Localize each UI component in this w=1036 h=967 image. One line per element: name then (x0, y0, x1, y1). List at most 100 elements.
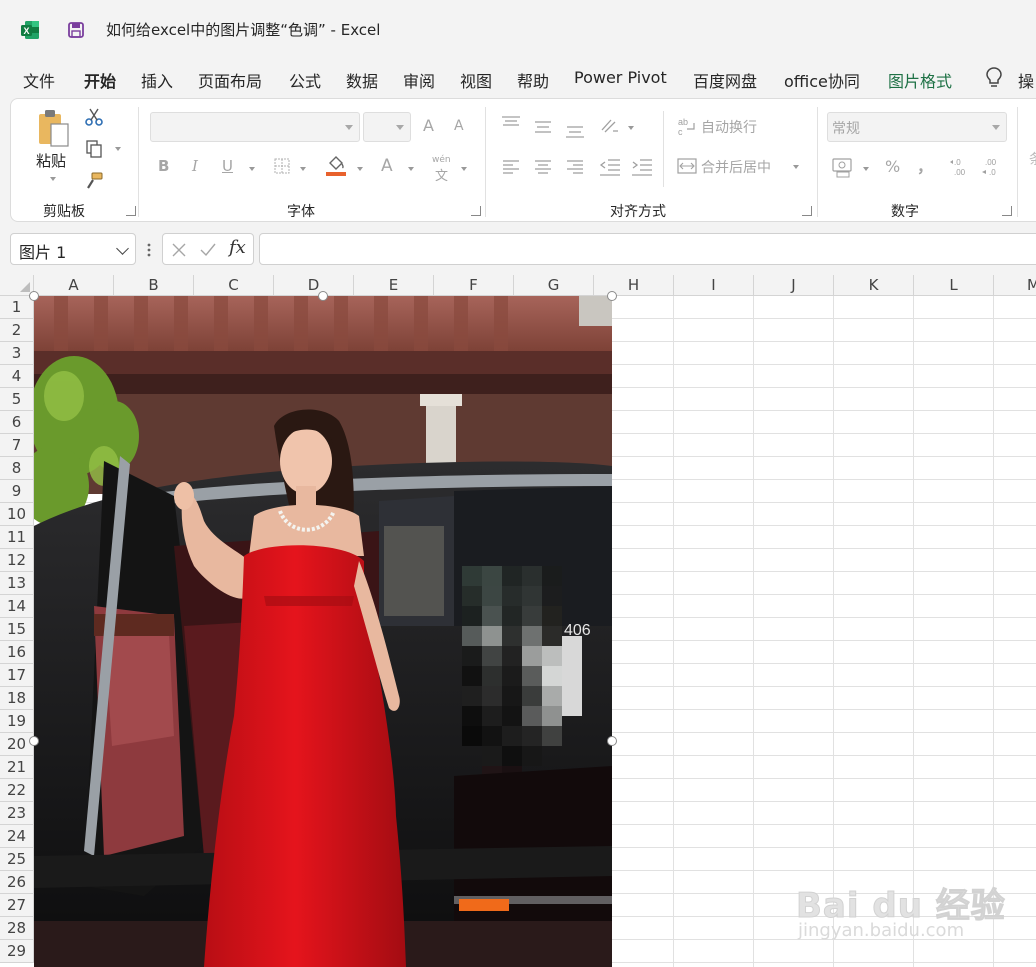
column-header[interactable]: B (114, 275, 194, 296)
row-header[interactable]: 8 (0, 457, 34, 480)
enter-check-icon[interactable] (199, 242, 217, 258)
row-header[interactable]: 16 (0, 641, 34, 664)
orientation-dropdown-icon[interactable] (628, 126, 634, 130)
insert-function-button[interactable]: fx (229, 237, 246, 258)
column-header[interactable]: K (834, 275, 914, 296)
wrap-text-label[interactable]: 自动换行 (701, 117, 757, 137)
tab-review[interactable]: 审阅 (403, 68, 435, 92)
row-header[interactable]: 22 (0, 779, 34, 802)
lightbulb-icon[interactable] (985, 66, 1003, 90)
row-header[interactable]: 28 (0, 917, 34, 940)
merge-dropdown-icon[interactable] (793, 165, 799, 169)
increase-decimal-icon[interactable]: .0.00 (949, 156, 971, 178)
italic-button[interactable]: I (192, 157, 198, 175)
row-header[interactable]: 20 (0, 733, 34, 756)
align-bottom-icon[interactable] (565, 123, 585, 141)
tab-help[interactable]: 帮助 (517, 68, 549, 92)
resize-handle-top-right[interactable] (607, 291, 617, 301)
align-middle-icon[interactable] (533, 119, 553, 137)
border-icon[interactable] (273, 157, 291, 175)
font-launcher-icon[interactable] (471, 206, 481, 216)
column-header[interactable]: F (434, 275, 514, 296)
border-dropdown-icon[interactable] (300, 167, 306, 171)
increase-indent-icon[interactable] (631, 157, 653, 177)
row-header[interactable]: 11 (0, 526, 34, 549)
row-header[interactable]: 25 (0, 848, 34, 871)
tab-insert[interactable]: 插入 (141, 68, 173, 92)
more-options-icon[interactable] (146, 242, 152, 258)
row-header[interactable]: 13 (0, 572, 34, 595)
tab-power-pivot[interactable]: Power Pivot (574, 68, 667, 87)
paste-label[interactable]: 粘贴 (36, 150, 66, 171)
grow-font-button[interactable]: A (423, 116, 434, 135)
selected-picture[interactable]: 406 (34, 296, 612, 967)
paste-icon[interactable] (36, 108, 72, 148)
decrease-decimal-icon[interactable]: .00.0 (981, 156, 1003, 178)
paste-dropdown-icon[interactable] (50, 177, 56, 181)
name-box-dropdown-icon[interactable] (116, 242, 129, 255)
row-header[interactable]: 3 (0, 342, 34, 365)
column-header[interactable]: D (274, 275, 354, 296)
row-header[interactable]: 23 (0, 802, 34, 825)
accounting-format-icon[interactable] (831, 156, 855, 178)
row-header[interactable]: 1 (0, 296, 34, 319)
row-header[interactable]: 9 (0, 480, 34, 503)
name-box[interactable]: 图片 1 (10, 233, 136, 265)
row-header[interactable]: 10 (0, 503, 34, 526)
tab-home[interactable]: 开始 (84, 68, 116, 92)
column-header[interactable]: I (674, 275, 754, 296)
copy-dropdown-icon[interactable] (115, 147, 121, 151)
column-header[interactable]: C (194, 275, 274, 296)
font-color-dropdown-icon[interactable] (408, 167, 414, 171)
column-header[interactable]: E (354, 275, 434, 296)
font-size-combo[interactable] (363, 112, 411, 142)
fill-color-dropdown-icon[interactable] (357, 167, 363, 171)
alignment-launcher-icon[interactable] (802, 206, 812, 216)
row-header[interactable]: 19 (0, 710, 34, 733)
tab-view[interactable]: 视图 (460, 68, 492, 92)
row-header[interactable]: 26 (0, 871, 34, 894)
phonetic-dropdown-icon[interactable] (461, 167, 467, 171)
row-header[interactable]: 17 (0, 664, 34, 687)
row-header[interactable]: 24 (0, 825, 34, 848)
merge-center-icon[interactable] (677, 157, 697, 175)
fill-color-icon[interactable] (325, 153, 347, 177)
decrease-indent-icon[interactable] (599, 157, 621, 177)
column-header[interactable]: G (514, 275, 594, 296)
align-left-icon[interactable] (501, 159, 521, 175)
formula-input[interactable] (259, 233, 1036, 265)
orientation-icon[interactable] (599, 116, 621, 136)
underline-button[interactable]: U (222, 157, 233, 175)
comma-button[interactable]: ， (917, 153, 933, 177)
underline-dropdown-icon[interactable] (249, 167, 255, 171)
phonetic-button[interactable]: wén (432, 155, 451, 165)
row-header[interactable]: 4 (0, 365, 34, 388)
tab-tell-me[interactable]: 操 (1018, 68, 1034, 92)
row-header[interactable]: 18 (0, 687, 34, 710)
row-header[interactable]: 7 (0, 434, 34, 457)
wrap-text-icon[interactable]: abc (677, 116, 697, 136)
tab-page-layout[interactable]: 页面布局 (198, 68, 262, 92)
tab-office-collab[interactable]: office协同 (784, 68, 860, 92)
column-header[interactable]: J (754, 275, 834, 296)
cut-icon[interactable] (84, 107, 104, 127)
clipboard-launcher-icon[interactable] (126, 206, 136, 216)
tab-picture-format[interactable]: 图片格式 (888, 68, 952, 92)
align-right-icon[interactable] (565, 159, 585, 175)
font-name-combo[interactable] (150, 112, 360, 142)
resize-handle-middle-left[interactable] (29, 736, 39, 746)
tab-data[interactable]: 数据 (346, 68, 378, 92)
bold-button[interactable]: B (158, 157, 169, 175)
row-header[interactable]: 14 (0, 595, 34, 618)
font-color-button[interactable]: A (381, 156, 393, 176)
tab-baidu-netdisk[interactable]: 百度网盘 (693, 68, 757, 92)
tab-formulas[interactable]: 公式 (289, 68, 321, 92)
merge-center-label[interactable]: 合并后居中 (701, 157, 771, 177)
format-painter-icon[interactable] (84, 171, 104, 191)
accounting-dropdown-icon[interactable] (863, 167, 869, 171)
number-format-combo[interactable]: 常规 (827, 112, 1007, 142)
row-header[interactable]: 12 (0, 549, 34, 572)
percent-button[interactable]: % (885, 157, 900, 176)
row-header[interactable]: 5 (0, 388, 34, 411)
number-launcher-icon[interactable] (1002, 206, 1012, 216)
